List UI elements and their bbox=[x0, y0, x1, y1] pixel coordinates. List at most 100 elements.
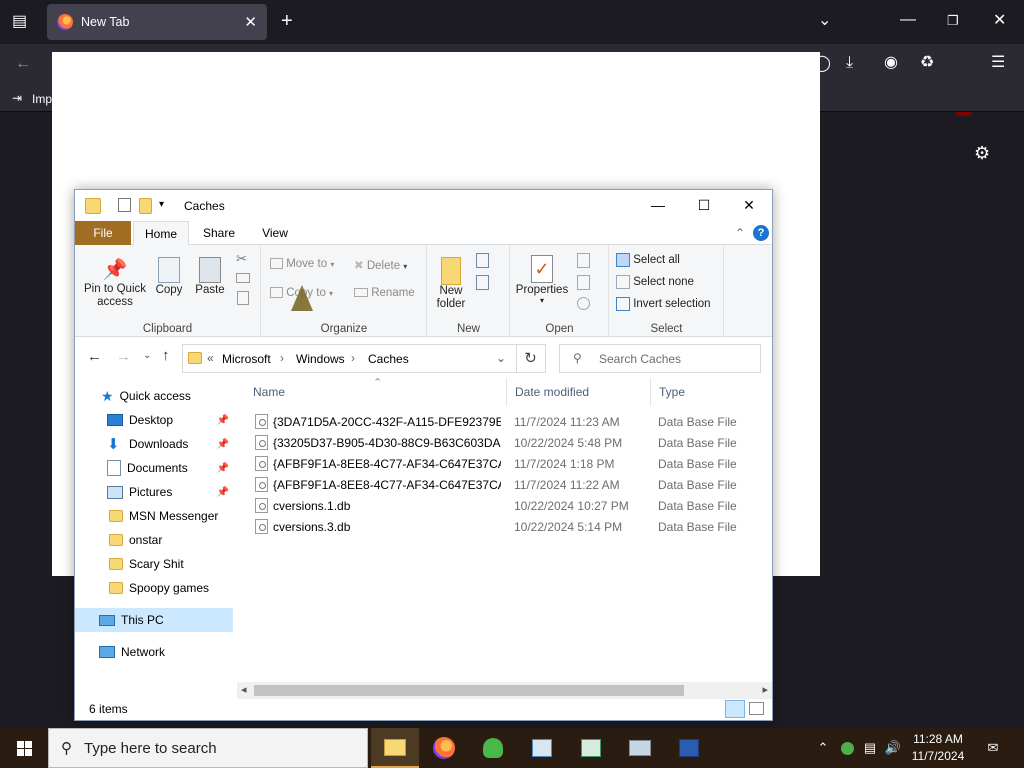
refresh-button[interactable]: ↻ bbox=[516, 344, 546, 373]
nav-downloads[interactable]: ⬇ Downloads 📌 bbox=[75, 432, 233, 456]
collapse-ribbon-icon[interactable]: ⌃ bbox=[735, 226, 745, 240]
table-row[interactable]: {3DA71D5A-20CC-432F-A115-DFE92379E... 11… bbox=[237, 411, 772, 432]
close-button[interactable]: ✕ bbox=[726, 190, 772, 221]
copy-button[interactable]: Copy bbox=[153, 257, 185, 296]
gear-icon[interactable]: ⚙ bbox=[974, 144, 990, 162]
pin-icon[interactable]: 📌 bbox=[217, 463, 229, 474]
paste-shortcut-icon[interactable] bbox=[237, 291, 249, 305]
select-all-button[interactable]: Select all bbox=[616, 253, 680, 267]
edit-icon[interactable] bbox=[577, 275, 590, 290]
scrollbar-thumb[interactable] bbox=[254, 685, 684, 696]
nav-documents[interactable]: Documents 📌 bbox=[75, 456, 233, 480]
pin-icon[interactable]: 📌 bbox=[217, 415, 229, 426]
move-to-button[interactable]: Move to ▾ bbox=[270, 258, 334, 270]
start-button[interactable] bbox=[0, 728, 48, 768]
file-explorer-taskbar-button[interactable] bbox=[371, 728, 419, 768]
menu-icon[interactable]: ☰ bbox=[991, 55, 1005, 71]
new-tab-icon[interactable]: + bbox=[281, 11, 293, 31]
back-icon[interactable]: ← bbox=[15, 56, 31, 72]
breadcrumb-windows[interactable]: Windows bbox=[296, 352, 345, 366]
account-icon[interactable]: ◉ bbox=[884, 55, 898, 71]
large-icons-view-icon[interactable] bbox=[749, 702, 764, 715]
tab-home[interactable]: Home bbox=[133, 221, 189, 246]
app-taskbar-button-4[interactable] bbox=[665, 728, 713, 768]
app-taskbar-button-3[interactable] bbox=[616, 728, 664, 768]
up-button[interactable]: ↑ bbox=[162, 347, 170, 364]
nav-network[interactable]: Network bbox=[75, 640, 233, 664]
properties-button[interactable]: ✓ Properties ▾ bbox=[513, 255, 571, 305]
messenger-taskbar-button[interactable] bbox=[469, 728, 517, 768]
volume-icon[interactable]: 🔊 bbox=[884, 728, 902, 768]
horizontal-scrollbar[interactable]: ◂ ▸ bbox=[237, 682, 772, 699]
history-icon[interactable] bbox=[577, 297, 590, 310]
pin-icon[interactable]: 📌 bbox=[217, 439, 229, 450]
new-folder-button[interactable]: New folder bbox=[432, 257, 470, 311]
table-row[interactable]: {AFBF9F1A-8EE8-4C77-AF34-C647E37CA... 11… bbox=[237, 474, 772, 495]
maximize-button[interactable]: ☐ bbox=[681, 190, 727, 221]
nav-folder-msn-messenger[interactable]: MSN Messenger bbox=[75, 504, 233, 528]
easy-access-icon[interactable] bbox=[476, 275, 489, 290]
network-icon[interactable]: ▤ bbox=[861, 728, 879, 768]
new-item-icon[interactable] bbox=[476, 253, 489, 268]
open-icon[interactable] bbox=[577, 253, 590, 268]
nav-this-pc[interactable]: This PC bbox=[75, 608, 233, 632]
invert-selection-button[interactable]: Invert selection bbox=[616, 297, 711, 311]
breadcrumb-caches[interactable]: Caches bbox=[368, 352, 409, 366]
chevron-down-icon[interactable]: ⌄ bbox=[818, 13, 831, 29]
column-header-name[interactable]: Name bbox=[245, 378, 507, 406]
address-bar[interactable]: « Microsoft › Windows › Caches ⌄ bbox=[182, 344, 517, 373]
extensions-icon[interactable]: ♻ bbox=[920, 55, 934, 71]
table-row[interactable]: cversions.1.db 10/22/2024 10:27 PM Data … bbox=[237, 495, 772, 516]
scroll-left-icon[interactable]: ◂ bbox=[241, 683, 247, 696]
browser-tab[interactable]: New Tab ✕ bbox=[47, 4, 267, 40]
list-all-tabs-icon[interactable]: ▤ bbox=[12, 14, 27, 30]
tab-file[interactable]: File bbox=[75, 221, 131, 245]
new-folder-icon[interactable] bbox=[139, 198, 152, 214]
delete-button[interactable]: ✖ Delete ▾ bbox=[354, 258, 407, 272]
firefox-taskbar-button[interactable] bbox=[420, 728, 468, 768]
taskbar-search-input[interactable]: ⚲ Type here to search bbox=[48, 728, 368, 768]
rename-button[interactable]: Rename bbox=[354, 287, 415, 299]
tab-share[interactable]: Share bbox=[193, 221, 245, 245]
search-input[interactable]: ⚲ Search Caches bbox=[559, 344, 761, 373]
copy-path-icon[interactable] bbox=[236, 273, 250, 283]
notifications-icon[interactable]: ✉ bbox=[982, 728, 1004, 768]
paste-button[interactable]: Paste bbox=[192, 257, 228, 296]
close-icon[interactable]: ✕ bbox=[993, 13, 1006, 29]
column-header-date-modified[interactable]: Date modified bbox=[507, 378, 651, 406]
restore-icon[interactable]: ❐ bbox=[947, 13, 959, 29]
column-header-type[interactable]: Type bbox=[651, 378, 772, 406]
nav-desktop[interactable]: Desktop 📌 bbox=[75, 408, 233, 432]
pin-to-quick-access-button[interactable]: 📌 Pin to Quick access bbox=[79, 257, 151, 309]
customize-qat-icon[interactable]: ▾ bbox=[159, 199, 164, 215]
scroll-right-icon[interactable]: ▸ bbox=[762, 683, 768, 696]
tab-view[interactable]: View bbox=[251, 221, 299, 245]
nav-pictures[interactable]: Pictures 📌 bbox=[75, 480, 233, 504]
import-bookmarks-link[interactable]: Imp bbox=[32, 92, 52, 106]
address-overflow[interactable]: « bbox=[207, 351, 214, 365]
details-view-icon[interactable] bbox=[725, 700, 745, 718]
pin-icon[interactable]: 📌 bbox=[217, 487, 229, 498]
back-button[interactable]: ← bbox=[87, 348, 102, 365]
help-icon[interactable]: ? bbox=[753, 225, 769, 241]
download-icon[interactable]: ⤓ bbox=[846, 55, 853, 71]
minimize-icon[interactable]: — bbox=[900, 12, 916, 28]
taskbar-clock[interactable]: 11:28 AM 11/7/2024 bbox=[905, 731, 971, 765]
tray-app-icon[interactable] bbox=[838, 728, 856, 768]
app-taskbar-button-2[interactable] bbox=[567, 728, 615, 768]
select-none-button[interactable]: Select none bbox=[616, 275, 694, 289]
minimize-button[interactable]: — bbox=[635, 190, 681, 221]
nav-quick-access[interactable]: ★ Quick access bbox=[75, 384, 233, 408]
forward-button[interactable]: → bbox=[116, 348, 131, 365]
show-hidden-icons-button[interactable]: ⌃ bbox=[815, 728, 831, 768]
table-row[interactable]: {33205D37-B905-4D30-88C9-B63C603DA... 10… bbox=[237, 432, 772, 453]
table-row[interactable]: cversions.3.db 10/22/2024 5:14 PM Data B… bbox=[237, 516, 772, 537]
properties-check-icon[interactable] bbox=[118, 198, 131, 212]
nav-folder-scary-shit[interactable]: Scary Shit bbox=[75, 552, 233, 576]
close-tab-icon[interactable]: ✕ bbox=[244, 13, 257, 31]
table-row[interactable]: {AFBF9F1A-8EE8-4C77-AF34-C647E37CA... 11… bbox=[237, 453, 772, 474]
cut-icon[interactable]: ✂ bbox=[236, 251, 247, 267]
recent-locations-button[interactable]: ⌄ bbox=[143, 350, 151, 361]
nav-folder-spoopy-games[interactable]: Spoopy games bbox=[75, 576, 233, 600]
app-taskbar-button-1[interactable] bbox=[518, 728, 566, 768]
